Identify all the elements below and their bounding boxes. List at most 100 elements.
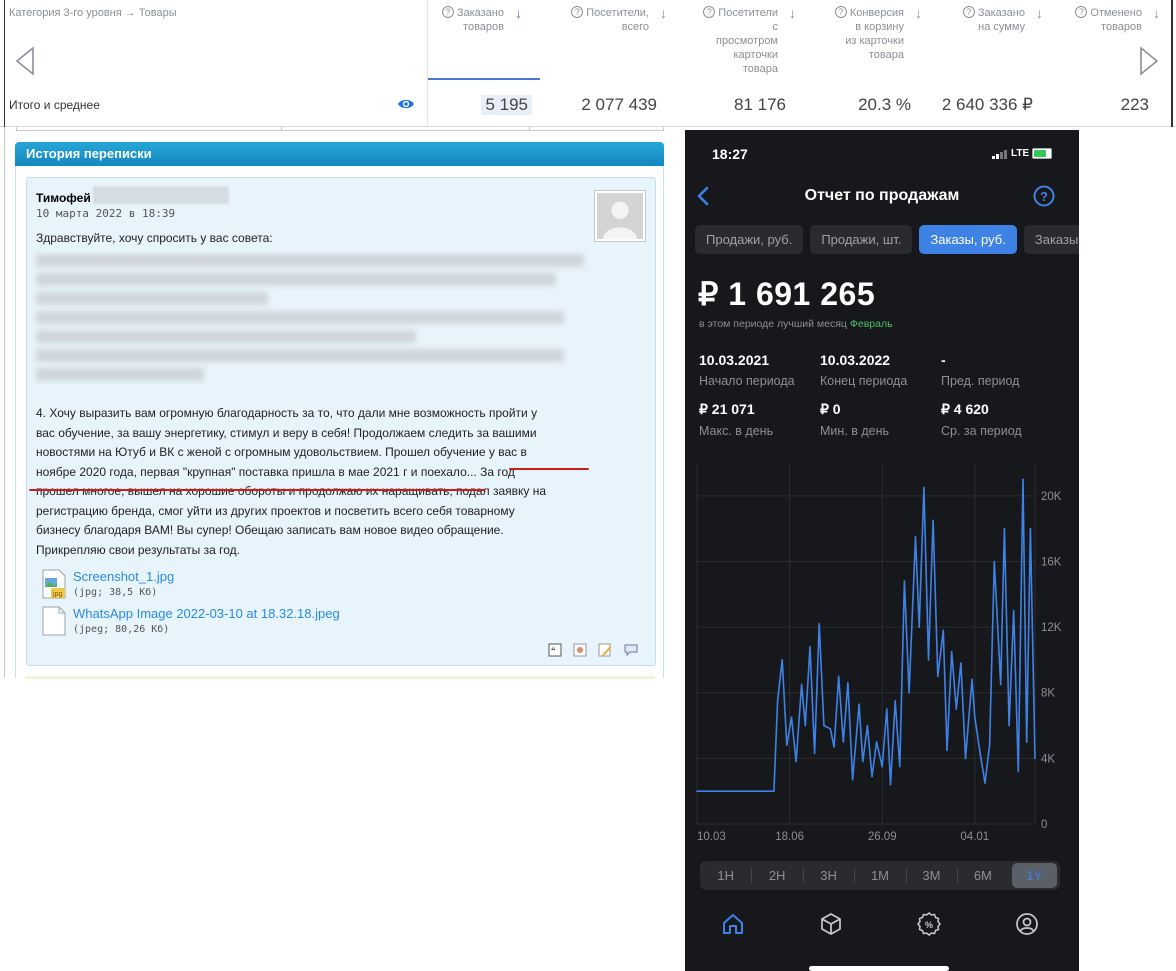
box-icon[interactable] bbox=[819, 912, 843, 936]
range-option[interactable]: 3H bbox=[803, 861, 854, 890]
col-visitors-total[interactable]: ? Посетители, всего ↓ bbox=[539, 6, 667, 80]
attachment-link[interactable]: Screenshot_1.jpg bbox=[73, 569, 174, 584]
value-visitors-card: 81 176 bbox=[734, 95, 786, 114]
data-point bbox=[886, 708, 888, 710]
post-line: 4. Хочу выразить вам огромную благодарно… bbox=[36, 406, 538, 420]
discount-icon[interactable]: % bbox=[917, 912, 941, 936]
attachment-link[interactable]: WhatsApp Image 2022-03-10 at 18.32.18.jp… bbox=[73, 606, 340, 621]
home-icon[interactable] bbox=[721, 912, 745, 936]
post-paragraph: 4. Хочу выразить вам огромную благодарно… bbox=[36, 404, 596, 560]
attachment-item[interactable]: jpg Screenshot_1.jpg (jpg; 38,5 Кб) bbox=[40, 569, 320, 601]
data-point bbox=[1022, 478, 1024, 481]
profile-icon[interactable] bbox=[1015, 912, 1039, 936]
col-conversion[interactable]: ? Конверсия в корзину из карточки товара ↓ bbox=[794, 6, 922, 80]
report-icon[interactable] bbox=[573, 643, 587, 657]
data-point bbox=[955, 708, 958, 710]
data-point bbox=[818, 623, 820, 625]
stat-max-day: ₽ 21 071 Макс. в день bbox=[699, 401, 773, 438]
range-option[interactable]: 6M bbox=[957, 861, 1008, 890]
tab-sales-rub[interactable]: Продажи, руб. bbox=[695, 225, 804, 254]
attachment-item[interactable]: WhatsApp Image 2022-03-10 at 18.32.18.jp… bbox=[40, 606, 380, 638]
sort-arrow-icon[interactable]: ↓ bbox=[515, 6, 522, 20]
help-icon[interactable]: ? bbox=[703, 6, 716, 18]
stat-label: Пред. период bbox=[941, 374, 1020, 388]
data-point bbox=[999, 683, 1002, 686]
help-icon[interactable]: ? bbox=[571, 6, 584, 18]
avatar bbox=[594, 190, 646, 242]
data-point bbox=[833, 746, 835, 748]
tab-orders-rub[interactable]: Заказы, руб. bbox=[919, 225, 1017, 254]
period-selector: 1H 2H 3H 1M 3M 6M 1Y bbox=[700, 861, 1060, 890]
range-option[interactable]: 3M bbox=[906, 861, 957, 890]
data-point bbox=[851, 778, 854, 781]
attachment-meta: (jpeg; 80,26 Кб) bbox=[73, 624, 170, 635]
screen-title: Отчет по продажам bbox=[804, 187, 960, 204]
data-point bbox=[837, 675, 840, 678]
data-point bbox=[752, 790, 755, 792]
column-header-text: с bbox=[772, 21, 779, 33]
value-conversion: 20.3 % bbox=[858, 95, 911, 114]
col-visitors-card[interactable]: ? Посетители с просмотром карточки товара ↓ bbox=[668, 6, 796, 80]
eye-icon[interactable] bbox=[397, 97, 415, 111]
stat-value: 10.03.2021 bbox=[699, 352, 770, 368]
scroll-left-arrow-icon[interactable] bbox=[14, 45, 36, 77]
redacted-text bbox=[36, 368, 204, 381]
range-divider bbox=[802, 868, 804, 883]
svg-text:%: % bbox=[925, 920, 933, 930]
edit-icon[interactable] bbox=[598, 643, 612, 657]
redacted-text bbox=[36, 349, 564, 362]
range-option[interactable]: 2H bbox=[751, 861, 802, 890]
data-point bbox=[964, 757, 967, 760]
y-tick-label: 8K bbox=[1041, 688, 1055, 700]
help-icon[interactable]: ? bbox=[1033, 185, 1055, 207]
column-header-text: на сумму bbox=[978, 21, 1025, 33]
quote-icon[interactable]: “ bbox=[548, 643, 562, 657]
file-badge: jpg bbox=[52, 591, 62, 598]
column-header-text: Конверсия bbox=[849, 7, 904, 19]
sales-line-chart[interactable]: 0 4K 8K 12K 16K 20K 10.03 18.06 26.09 04.01 bbox=[685, 458, 1079, 858]
sort-arrow-icon[interactable]: ↓ bbox=[1153, 6, 1160, 20]
thread-body: Тимофей 10 марта 2022 в 18:39 Здравствуй… bbox=[15, 166, 664, 678]
range-option[interactable]: 1Y bbox=[1011, 863, 1057, 888]
data-point bbox=[823, 724, 825, 727]
data-point bbox=[862, 760, 864, 763]
status-indicators: LTE bbox=[992, 148, 1053, 159]
period-total: ₽ 1 691 265 bbox=[698, 276, 876, 312]
image-file-icon: jpg bbox=[42, 569, 66, 599]
col-ordered-items[interactable]: ? Заказано товаров ↓ bbox=[428, 6, 540, 80]
sort-arrow-icon[interactable]: ↓ bbox=[660, 6, 667, 20]
data-point bbox=[927, 659, 930, 661]
column-header-text: просмотром bbox=[716, 35, 778, 47]
data-point bbox=[738, 790, 741, 792]
data-point bbox=[786, 744, 788, 746]
data-point bbox=[813, 752, 816, 755]
tab-orders-units[interactable]: Заказы bbox=[1023, 225, 1079, 254]
post-author[interactable]: Тимофей bbox=[36, 191, 91, 205]
help-icon[interactable]: ? bbox=[834, 6, 847, 18]
data-point bbox=[800, 683, 803, 686]
tab-sales-units[interactable]: Продажи, шт. bbox=[810, 225, 913, 254]
red-underline bbox=[509, 468, 589, 470]
post-line: прошел многое, вышел на хорошие обороты … bbox=[36, 484, 547, 498]
col-order-sum[interactable]: ? Заказано на сумму ↓ bbox=[915, 6, 1043, 80]
data-point bbox=[942, 629, 945, 632]
x-tick-label: 10.03 bbox=[697, 831, 726, 843]
data-point bbox=[766, 790, 769, 792]
category-header: Категория 3-го уровня → Товары bbox=[9, 7, 177, 19]
stat-label: Мин. в день bbox=[820, 424, 890, 438]
col-cancelled[interactable]: ? Отменено товаров ↓ bbox=[1032, 6, 1160, 80]
analytics-table: Категория 3-го уровня → Товары ? Заказано… bbox=[0, 0, 1176, 127]
stat-label: Ср. за период bbox=[941, 424, 1022, 438]
help-icon[interactable]: ? bbox=[441, 6, 454, 18]
data-point bbox=[923, 486, 925, 489]
help-icon[interactable]: ? bbox=[962, 6, 975, 18]
value-order-sum: 2 640 336 ₽ bbox=[941, 95, 1033, 114]
column-header-text: Заказано bbox=[977, 7, 1025, 19]
reply-icon[interactable] bbox=[624, 643, 638, 657]
thread-title: История переписки bbox=[15, 142, 664, 166]
best-month-prefix: в этом периоде лучший месяц bbox=[699, 318, 847, 330]
data-point bbox=[1012, 609, 1015, 612]
range-option[interactable]: 1H bbox=[700, 861, 751, 890]
range-option[interactable]: 1M bbox=[854, 861, 905, 890]
help-icon[interactable]: ? bbox=[1075, 6, 1088, 18]
